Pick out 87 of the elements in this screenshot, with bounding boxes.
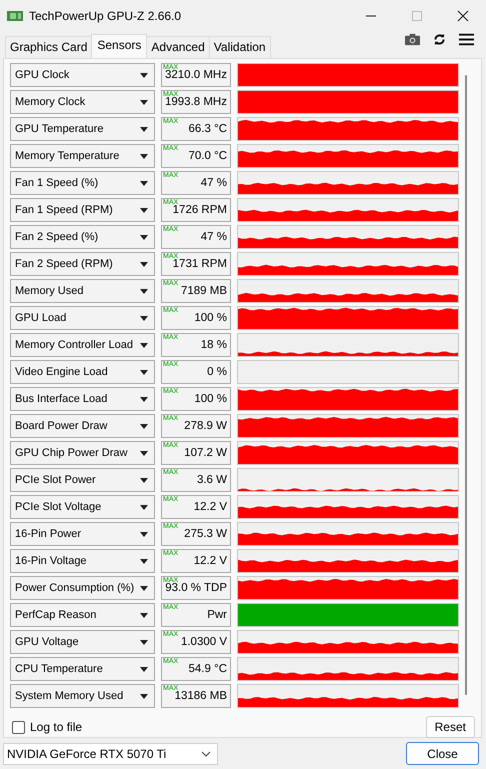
caret-icon [140,558,148,564]
caret-icon [140,640,148,644]
sensor-dropdown[interactable]: System Memory Used [10,684,155,708]
sensor-value: 13186 MB [174,690,227,702]
sensor-dropdown[interactable]: GPU Temperature [10,117,155,141]
sensor-dropdown[interactable]: Fan 1 Speed (%) [10,171,155,195]
sensor-value: 93.0 % TDP [165,582,227,594]
caret-icon [140,342,148,348]
chevron-icon [201,750,211,756]
tab[interactable]: Validation [208,36,271,58]
sensor-dropdown[interactable]: Memory Controller Load [10,333,155,357]
sensor-value: 66.3 °C [188,123,227,135]
caret-icon [140,72,148,78]
sensor-dropdown[interactable]: Memory Clock [10,90,155,114]
sensor-dropdown[interactable]: PCIe Slot Voltage [10,495,155,519]
caret-icon [140,478,148,482]
caret-icon [140,424,148,428]
sensor-value: 47 % [200,177,227,189]
sensor-value: 100 % [194,393,227,405]
sensor-value: 54.9 °C [188,663,227,675]
caret-icon [140,586,148,590]
caret-icon [140,154,148,158]
caret-icon [140,288,148,294]
scrollbar[interactable] [465,75,467,695]
sensor-value: 70.0 °C [188,150,227,162]
caret-icon [140,694,148,698]
sensor-dropdown[interactable]: Power Consumption (%) [10,576,155,600]
sensor-dropdown[interactable]: GPU Chip Power Draw [10,441,155,465]
sensor-value: 18 % [200,339,227,351]
sensor-value: 12.2 V [194,555,227,567]
sensor-value: 1731 RPM [172,258,227,270]
sensor-dropdown[interactable]: Fan 2 Speed (%) [10,225,155,249]
caret-icon [140,396,148,402]
sensor-value: 3210.0 MHz [164,69,227,81]
sensor-dropdown[interactable]: Fan 2 Speed (RPM) [10,252,155,276]
caret-icon [140,180,148,186]
sensor-value: 100 % [194,312,227,324]
sensor-value: 0 % [207,366,227,378]
caret-icon [140,450,148,456]
sensor-dropdown[interactable]: Video Engine Load [10,360,155,384]
checkbox-label[interactable]: Log to file [30,720,82,734]
app-icon [7,10,23,22]
caret-icon [140,612,148,618]
sensor-dropdown[interactable]: 16-Pin Voltage [10,549,155,573]
caret-icon [140,234,148,240]
tab[interactable]: Sensors [91,34,148,58]
sensor-value: 278.9 W [184,420,227,432]
caret-icon [140,316,148,320]
gpu-dropdown[interactable]: NVIDIA GeForce RTX 5070 Ti [3,742,218,764]
caret-icon [140,504,148,510]
sensor-value: Pwr [207,609,227,621]
sensor-value: 12.2 V [194,501,227,513]
caret-icon [140,208,148,212]
sensor-dropdown[interactable]: GPU Clock [10,63,155,87]
close-button[interactable]: Close [406,742,479,765]
sensor-value: 3.6 W [196,474,227,486]
reset-button[interactable]: Reset [426,716,475,738]
sensor-value: 275.3 W [184,528,227,540]
sensor-dropdown[interactable]: 16-Pin Power [10,522,155,546]
sensor-dropdown[interactable]: Fan 1 Speed (RPM) [10,198,155,222]
sensor-dropdown[interactable]: Memory Used [10,279,155,303]
sensor-value: 1993.8 MHz [164,96,227,108]
camera-icon[interactable] [405,33,420,46]
sensor-value: 47 % [200,231,227,243]
sensor-value: 1.0300 V [180,636,227,648]
sensor-dropdown[interactable]: PerfCap Reason [10,603,155,627]
caret-icon [140,666,148,672]
caret-icon [140,262,148,266]
sensor-dropdown[interactable]: Bus Interface Load [10,387,155,411]
sensor-dropdown[interactable]: CPU Temperature [10,657,155,681]
sensor-value: 1726 RPM [172,204,227,216]
refresh-icon[interactable] [432,33,447,46]
checkbox[interactable] [12,720,25,734]
caret-icon [140,370,148,374]
sensor-dropdown[interactable]: Memory Temperature [10,144,155,168]
sensor-dropdown[interactable]: GPU Load [10,306,155,330]
caret-icon [140,532,148,536]
sensor-dropdown[interactable]: GPU Voltage [10,630,155,654]
caret-icon [140,100,148,104]
sensor-value: 7189 MB [180,285,227,297]
menu-icon[interactable] [459,33,474,46]
sensor-dropdown[interactable]: PCIe Slot Power [10,468,155,492]
tab[interactable]: Graphics Card [5,36,92,58]
sensor-value: 107.2 W [184,447,227,459]
sensor-dropdown[interactable]: Board Power Draw [10,414,155,438]
window-title: TechPowerUp GPU-Z 2.66.0 [29,8,182,22]
caret-icon [140,126,148,132]
